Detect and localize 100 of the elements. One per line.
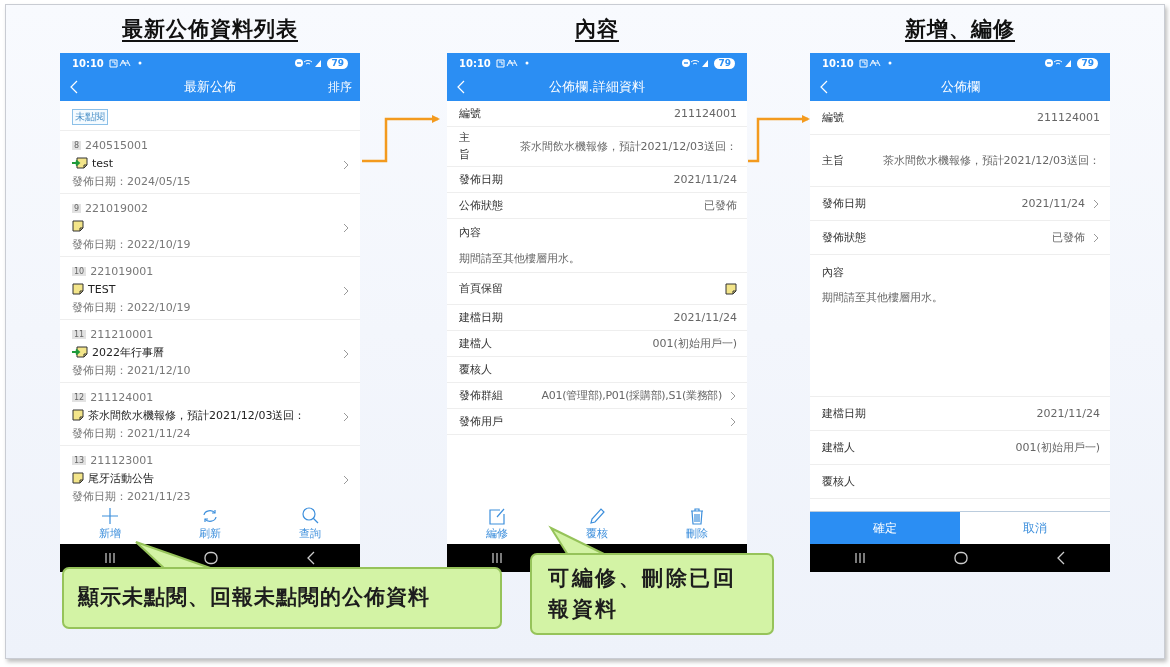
home-icon[interactable] <box>954 551 968 565</box>
field-value: 茶水間飲水機報修，預計2021/12/03送回： <box>519 139 737 154</box>
plus-icon <box>101 507 119 525</box>
announcement-number: 221019002 <box>85 201 149 215</box>
status-time: 10:10 <box>72 57 104 69</box>
recent-apps-icon[interactable] <box>854 552 866 564</box>
confirm-button[interactable]: 確定 <box>810 512 960 544</box>
field-value: 已發佈 <box>704 198 737 213</box>
battery-level: 79 <box>1077 57 1098 69</box>
note-icon <box>72 220 84 232</box>
battery-level: 79 <box>327 57 348 69</box>
field-label: 發佈用戶 <box>459 414 503 429</box>
field-value: 已發佈 <box>1052 230 1085 245</box>
publish-date: 發佈日期：2022/10/19 <box>72 299 191 315</box>
chevron-icon <box>343 475 350 485</box>
publish-date: 發佈日期：2021/11/23 <box>72 488 191 504</box>
search-icon <box>301 507 319 525</box>
announcement-item[interactable]: 11 211210001 2022年行事曆 發佈日期：2021/12/10 <box>60 320 360 383</box>
field-label: 主旨 <box>459 130 470 163</box>
notification-icons-drawing <box>495 58 530 68</box>
announcement-number: 211210001 <box>90 327 154 341</box>
field-label: 發佈群組 <box>459 388 503 403</box>
chevron-icon <box>343 160 350 170</box>
sort-button[interactable]: 排序 <box>328 78 352 96</box>
field-label: 發佈狀態 <box>822 230 866 245</box>
status-time: 10:10 <box>822 57 854 69</box>
field-label: 發佈日期 <box>822 196 866 211</box>
announcement-number: 221019001 <box>90 264 154 278</box>
index-label: 8 <box>72 140 82 150</box>
edit-icon <box>488 507 506 525</box>
chevron-icon <box>730 416 737 427</box>
chevron-icon <box>730 390 737 401</box>
field-label: 建檔日期 <box>459 310 503 325</box>
section-label: 內容 <box>822 265 845 280</box>
note-icon <box>72 283 84 295</box>
field-label: 主旨 <box>822 153 844 168</box>
index-label: 10 <box>72 266 87 276</box>
announcement-item[interactable]: 10 221019001 TEST 發佈日期：2022/10/19 <box>60 257 360 320</box>
notification-icons-drawing <box>108 58 143 68</box>
announcement-title: 2022年行事曆 <box>92 344 164 360</box>
chevron-icon <box>343 286 350 296</box>
publish-date: 發佈日期：2024/05/15 <box>72 173 191 189</box>
trash-icon <box>688 507 706 525</box>
recent-apps-icon[interactable] <box>104 552 116 564</box>
content-text: 期間請至其他樓層用水。 <box>459 251 580 266</box>
field-value: 2021/11/24 <box>1021 197 1085 210</box>
toolbar-button[interactable]: 刪除 <box>676 507 718 541</box>
toolbar-button[interactable]: 新增 <box>89 507 131 541</box>
connector-arrow <box>748 115 810 163</box>
chevron-icon <box>343 412 350 422</box>
note-arrow-icon <box>72 346 88 358</box>
publish-date: 發佈日期：2022/10/19 <box>72 236 191 252</box>
toolbar-button[interactable]: 覆核 <box>576 507 618 541</box>
section-label: 內容 <box>459 224 481 240</box>
announcement-title: 茶水間飲水機報修，預計2021/12/03送回： <box>88 407 306 423</box>
chevron-icon <box>1093 198 1100 209</box>
field-value: 211124001 <box>1037 111 1100 124</box>
recent-apps-icon[interactable] <box>491 552 503 564</box>
back-icon[interactable] <box>306 551 316 565</box>
announcement-number: 240515001 <box>85 138 149 152</box>
home-icon[interactable] <box>204 551 218 565</box>
toolbar-button[interactable]: 查詢 <box>289 507 331 541</box>
section-heading: 內容 <box>575 16 619 43</box>
section-heading: 最新公佈資料列表 <box>122 16 298 43</box>
announcement-title: TEST <box>88 282 116 296</box>
status-time: 10:10 <box>459 57 491 69</box>
announcement-item[interactable]: 12 211124001 茶水間飲水機報修，預計2021/12/03送回： 發佈日期：2021/11/24 <box>60 383 360 446</box>
field-value: 2021/11/24 <box>1036 407 1100 420</box>
field-label: 建檔日期 <box>822 406 866 421</box>
announcement-title: test <box>92 156 114 170</box>
announcement-title: 尾牙活動公告 <box>88 470 154 486</box>
field-label: 公佈狀態 <box>459 198 503 213</box>
back-icon[interactable] <box>1056 551 1066 565</box>
chevron-icon <box>1093 232 1100 243</box>
note-icon <box>72 472 84 484</box>
index-label: 9 <box>72 203 82 213</box>
toolbar-button[interactable]: 編修 <box>476 507 518 541</box>
publish-date: 發佈日期：2021/12/10 <box>72 362 191 378</box>
announcement-item[interactable]: 9 221019002 發佈日期：2022/10/19 <box>60 194 360 257</box>
field-label: 首頁保留 <box>459 281 503 296</box>
field-label: 覆核人 <box>822 474 855 489</box>
refresh-icon <box>201 507 219 525</box>
field-label: 建檔人 <box>822 440 855 455</box>
field-label: 編號 <box>822 110 844 125</box>
announcement-item[interactable]: 8 240515001 test 發佈日期：2024/05/15 <box>60 131 360 194</box>
note-icon <box>72 409 84 421</box>
screen-title: 公佈欄 <box>939 78 981 96</box>
screen-title: 公佈欄.詳細資料 <box>548 78 646 96</box>
notification-icons-drawing <box>858 58 893 68</box>
announcement-number: 211124001 <box>90 390 154 404</box>
unread-tag: 未點閱 <box>72 109 108 125</box>
note-icon <box>725 282 737 295</box>
field-label: 編號 <box>459 106 481 121</box>
field-value: 001(初始用戶一) <box>652 336 737 351</box>
field-value: 2021/11/24 <box>673 311 737 324</box>
announcement-number: 211123001 <box>90 453 154 467</box>
field-value: 2021/11/24 <box>673 173 737 186</box>
toolbar-button[interactable]: 刷新 <box>189 507 231 541</box>
index-label: 13 <box>72 455 87 465</box>
screen-title: 最新公佈 <box>183 78 237 96</box>
